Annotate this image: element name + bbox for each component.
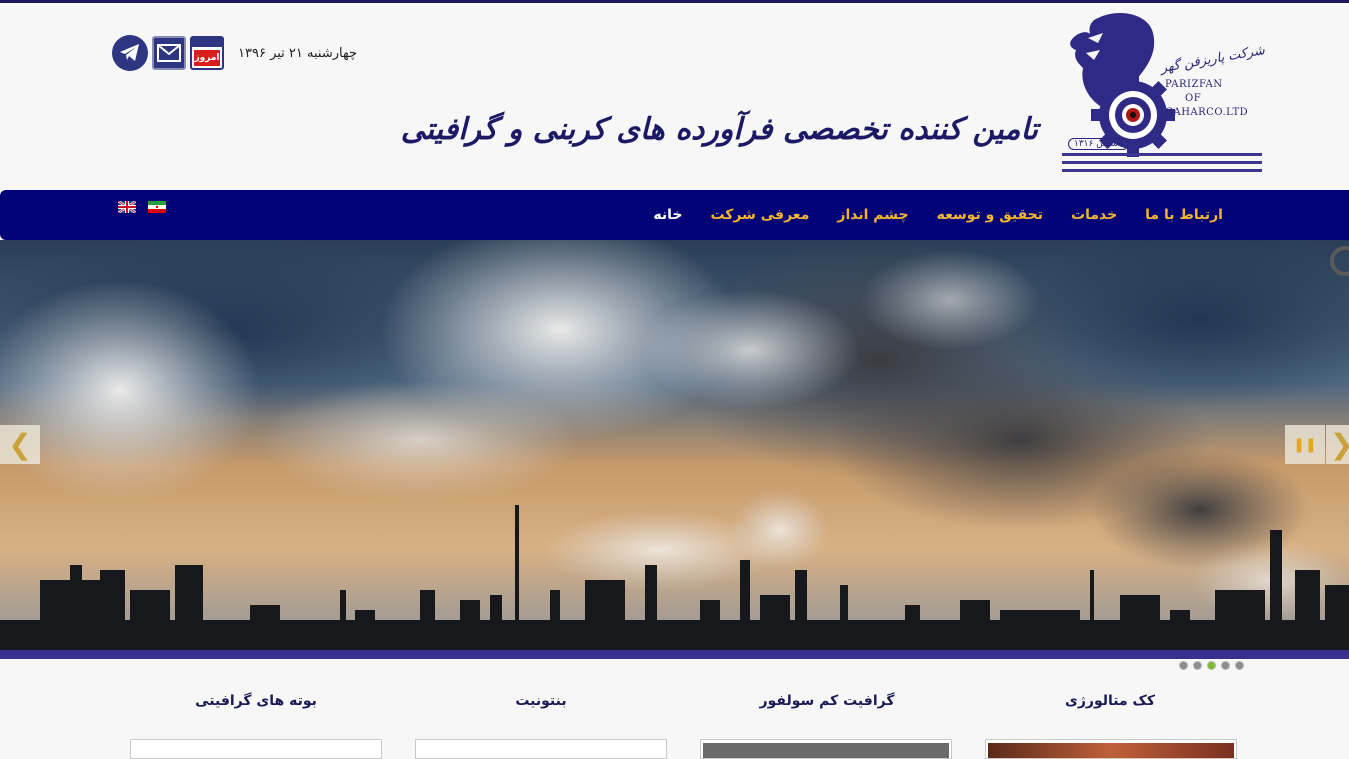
nav-item-contact[interactable]: ارتباط با ما	[1145, 207, 1223, 223]
product-title-crucibles[interactable]: بوته های گرافیتی	[131, 693, 381, 709]
hero-slider	[0, 240, 1349, 650]
logo-underlines	[1062, 153, 1262, 177]
logo-en-line-1: PARIZFAN	[1165, 79, 1223, 90]
slider-dot[interactable]	[1235, 661, 1244, 670]
current-date: چهارشنبه ۲۱ تیر ۱۳۹۶	[238, 45, 357, 61]
industrial-skyline-image	[0, 240, 1349, 650]
slider-dot[interactable]	[1221, 661, 1230, 670]
language-switcher	[118, 201, 166, 213]
mail-icon[interactable]	[152, 36, 186, 70]
nav-item-about[interactable]: معرفی شرکت	[710, 207, 809, 223]
logo-en-line-3: GAHARCO.LTD	[1165, 107, 1249, 118]
main-navigation: خانه معرفی شرکت چشم انداز تحقیق و توسعه …	[0, 190, 1349, 240]
slider-pause-icon[interactable]: ❚❚	[1285, 425, 1325, 464]
product-card-coke[interactable]	[985, 739, 1237, 759]
persian-flag-icon[interactable]	[148, 201, 166, 213]
nav-item-vision[interactable]: چشم انداز	[837, 207, 908, 223]
nav-item-research[interactable]: تحقیق و توسعه	[937, 207, 1043, 223]
logo-english-name: PARIZFAN OF GAHARCO.LTD	[1165, 78, 1248, 120]
telegram-icon[interactable]	[112, 35, 148, 71]
slider-dot[interactable]	[1193, 661, 1202, 670]
slider-bottom-bar	[0, 650, 1349, 659]
slider-next-arrow-icon[interactable]: ❯	[1326, 425, 1349, 464]
slider-prev-arrow-icon[interactable]: ❮	[0, 425, 40, 464]
header-toolbar: امروز چهارشنبه ۲۱ تیر ۱۳۹۶	[112, 33, 357, 73]
logo-established-badge: تاسیس ۱۳۱۶	[1068, 138, 1130, 150]
logo-en-line-2: OF	[1185, 93, 1202, 104]
nav-item-services[interactable]: خدمات	[1071, 207, 1117, 223]
nav-item-home[interactable]: خانه	[653, 207, 682, 223]
slider-pagination	[1179, 661, 1244, 670]
slider-dot-active[interactable]	[1207, 661, 1216, 670]
calendar-today-label: امروز	[194, 50, 220, 66]
company-tagline: تامین کننده تخصصی فرآورده های کربنی و گر…	[400, 112, 1039, 147]
product-card-bentonite[interactable]	[415, 739, 667, 759]
product-card-graphite[interactable]	[700, 739, 952, 759]
slider-dot[interactable]	[1179, 661, 1188, 670]
product-title-graphite[interactable]: گرافیت کم سولفور	[702, 693, 952, 709]
product-title-bentonite[interactable]: بنتونیت	[416, 693, 666, 709]
product-card-crucibles[interactable]	[130, 739, 382, 759]
product-title-coke[interactable]: کک متالورژی	[985, 693, 1235, 709]
english-flag-icon[interactable]	[118, 201, 136, 213]
calendar-icon[interactable]: امروز	[190, 36, 224, 70]
